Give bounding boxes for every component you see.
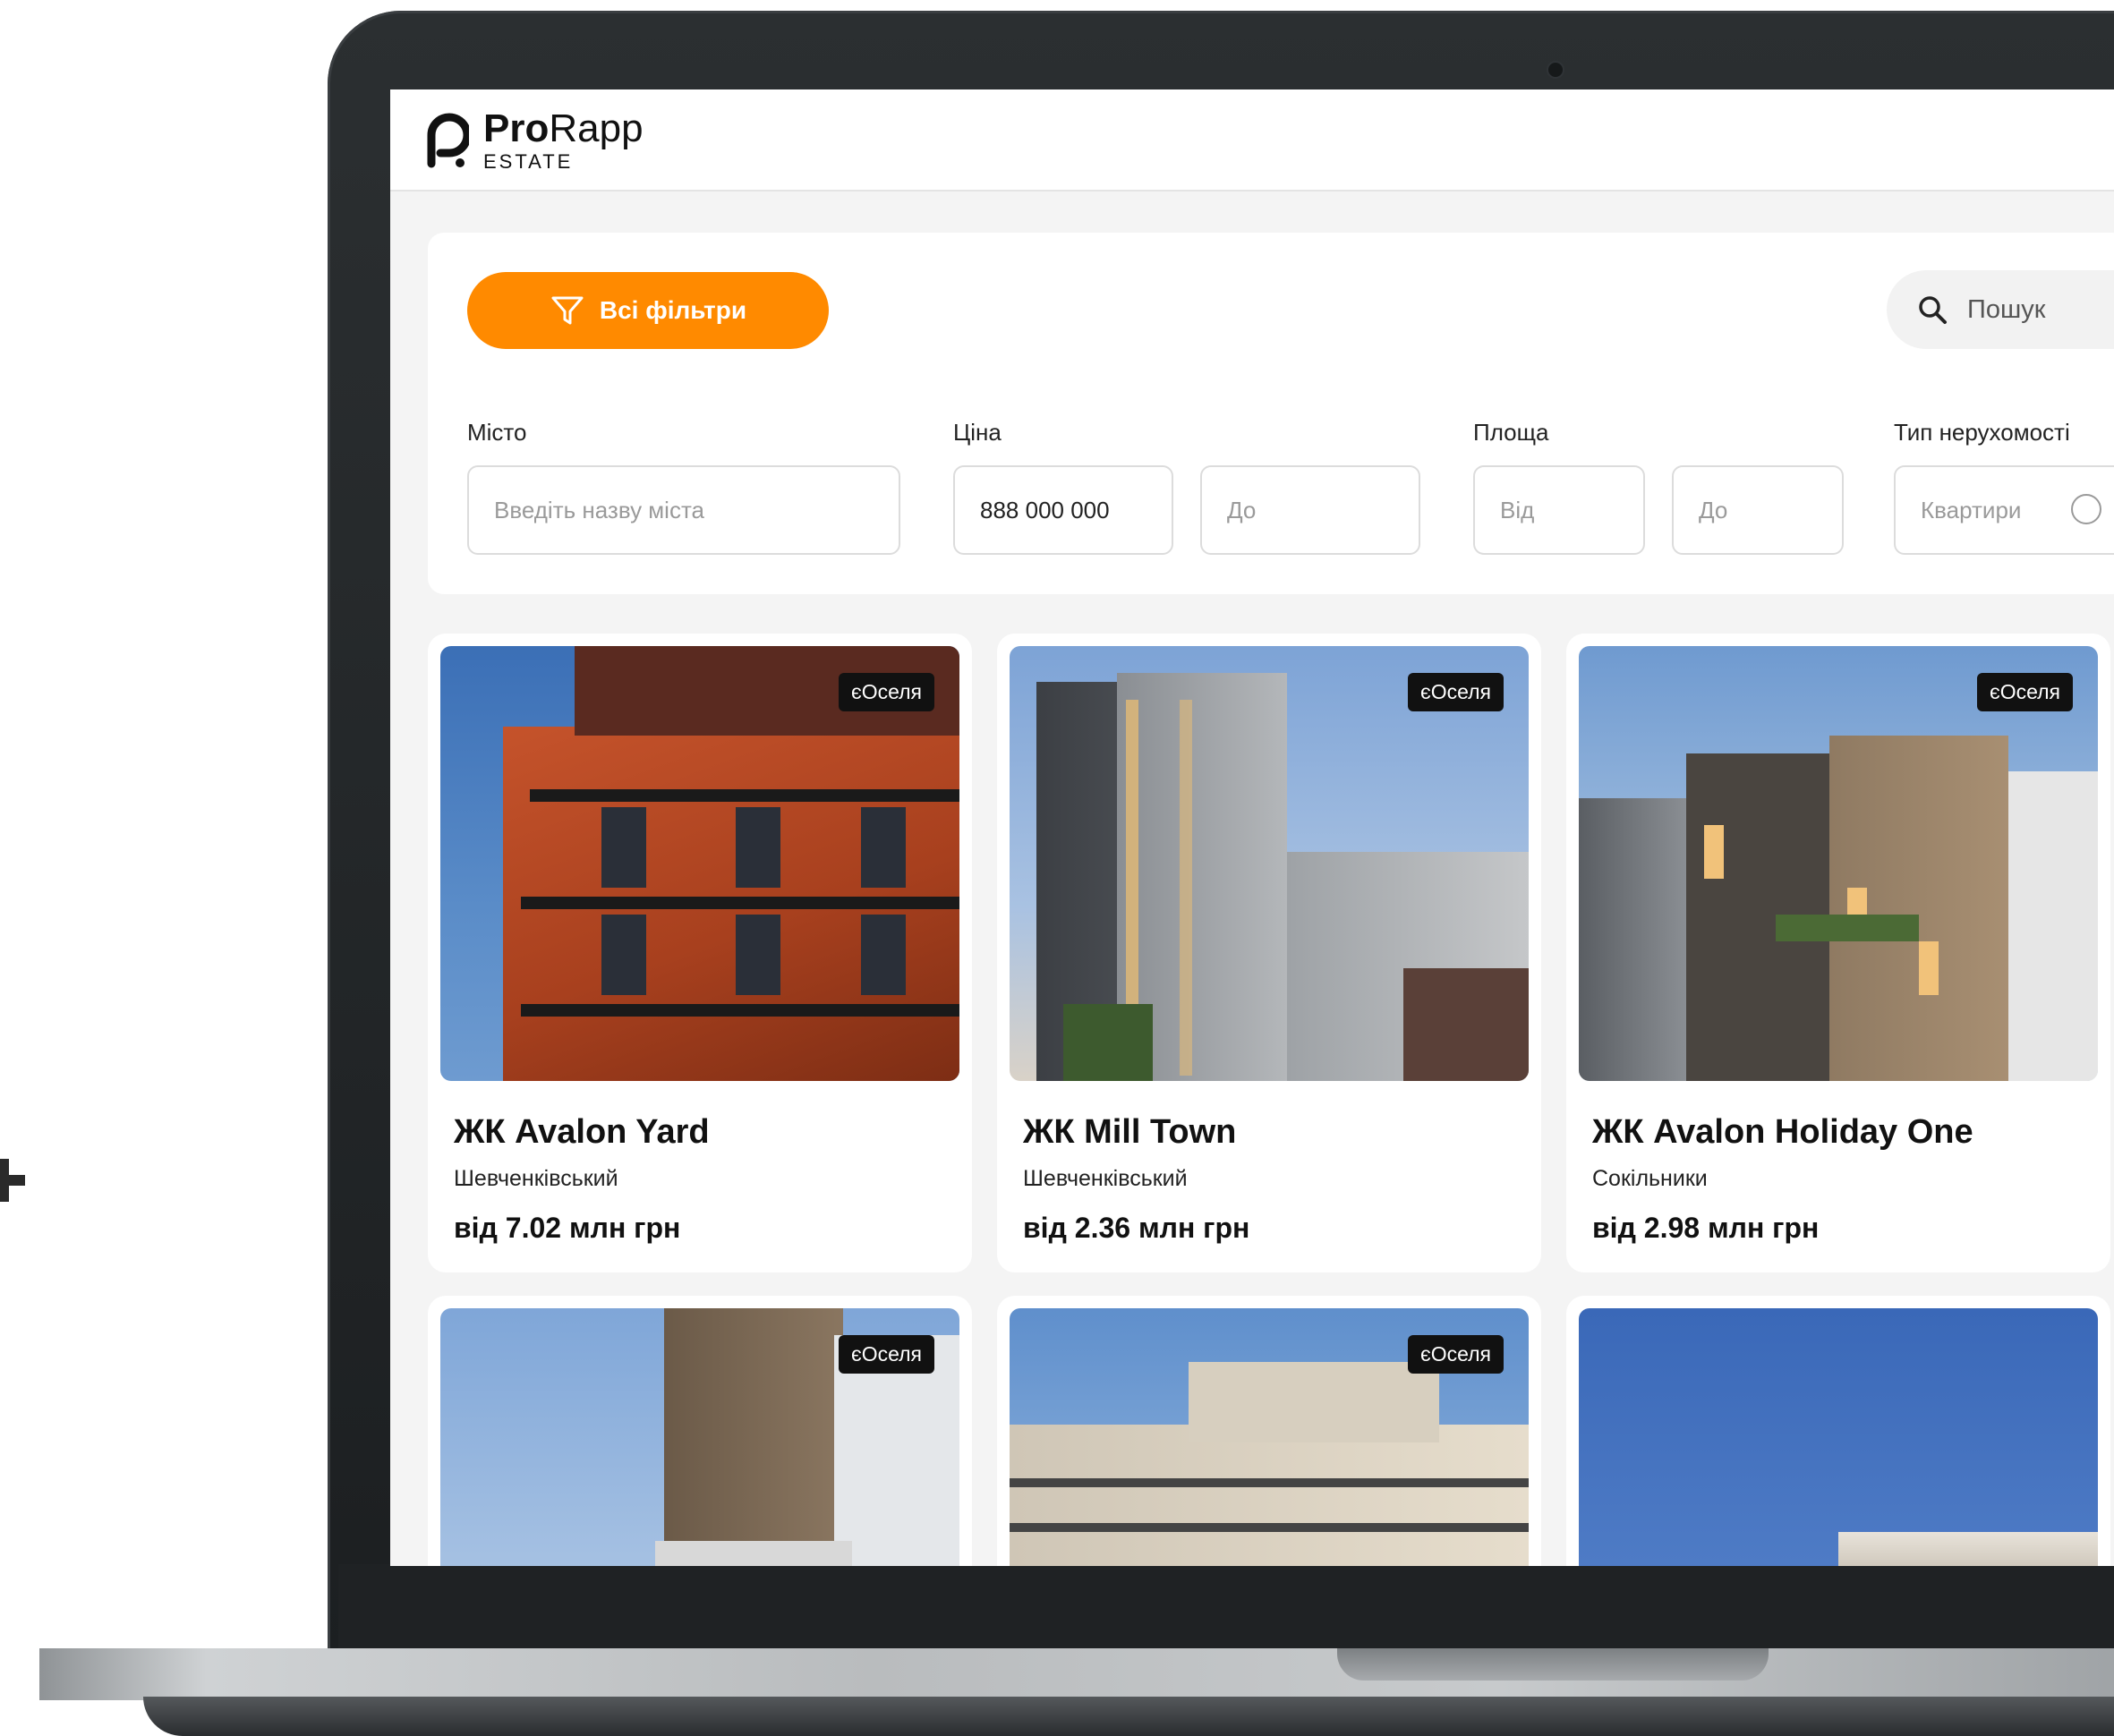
eoselia-badge: єОселя [838, 673, 934, 711]
listing-title: ЖК Avalon Holiday One [1592, 1113, 1973, 1151]
price-to-input[interactable] [1200, 465, 1420, 555]
radio-icon[interactable] [2071, 494, 2101, 524]
listing-card[interactable]: єОселя ЖК Avalon Yard Шевченківський від… [428, 634, 972, 1272]
listing-card[interactable] [1566, 1296, 2110, 1566]
funnel-icon [551, 296, 584, 325]
area-from-input[interactable] [1473, 465, 1645, 555]
listing-title: ЖК Avalon Yard [454, 1113, 710, 1151]
eoselia-badge: єОселя [1976, 673, 2073, 711]
listing-card[interactable]: єОселя [997, 1296, 1541, 1566]
brand-name-bold: Pro [483, 106, 550, 150]
eoselia-badge: єОселя [838, 1335, 934, 1374]
filter-panel: Всі фільтри Місто Ціна Площа Тип нерухом… [428, 233, 2114, 594]
listing-image: єОселя [1010, 646, 1529, 1081]
all-filters-button[interactable]: Всі фільтри [467, 272, 829, 349]
area-label: Площа [1473, 419, 1549, 446]
decorative-plus-mark [0, 1159, 25, 1202]
listing-title: ЖК Mill Town [1023, 1113, 1237, 1151]
listing-card[interactable]: єОселя [428, 1296, 972, 1566]
listing-card[interactable]: єОселя ЖК Mill Town Шевченківський від 2… [997, 634, 1541, 1272]
property-type-placeholder: Квартири [1921, 496, 2022, 523]
eoselia-badge: єОселя [1407, 673, 1504, 711]
brand-name-light: Rapp [549, 106, 644, 150]
app-screen: ProRapp ESTATE Всі фільтри Місто Ціна Пл… [390, 89, 2114, 1566]
listing-district: Шевченківський [1023, 1166, 1188, 1191]
listing-card[interactable]: єОселя ЖК Avalon Holiday One Сокільники … [1566, 634, 2110, 1272]
listing-image: єОселя [440, 1308, 959, 1566]
search-input[interactable] [1965, 294, 2114, 326]
brand-subtitle: ESTATE [483, 150, 574, 173]
listing-price: від 7.02 млн грн [454, 1212, 681, 1244]
listing-image: єОселя [440, 646, 959, 1081]
brand-logo[interactable]: ProRapp ESTATE [426, 109, 644, 172]
all-filters-label: Всі фільтри [599, 296, 747, 324]
city-input[interactable] [467, 465, 900, 555]
search-box[interactable] [1887, 270, 2114, 349]
price-from-input[interactable] [953, 465, 1173, 555]
laptop-base-lip [143, 1697, 2114, 1736]
price-label: Ціна [953, 419, 1002, 446]
laptop-bezel [338, 1564, 2114, 1649]
city-label: Місто [467, 419, 527, 446]
prorapp-logo-icon [426, 112, 469, 169]
listing-district: Шевченківський [454, 1166, 618, 1191]
area-to-input[interactable] [1672, 465, 1844, 555]
search-icon [1919, 296, 1947, 324]
eoselia-badge: єОселя [1407, 1335, 1504, 1374]
laptop-base [39, 1648, 2114, 1700]
listing-district: Сокільники [1592, 1166, 1708, 1191]
camera-icon [1547, 61, 1564, 79]
laptop-notch [1337, 1648, 1769, 1681]
listing-price: від 2.98 млн грн [1592, 1212, 1820, 1244]
listing-image: єОселя [1579, 646, 2098, 1081]
listing-price: від 2.36 млн грн [1023, 1212, 1250, 1244]
property-type-label: Тип нерухомості [1894, 419, 2070, 446]
property-type-select[interactable]: Квартири [1894, 465, 2114, 555]
listing-image: єОселя [1010, 1308, 1529, 1566]
listing-image [1579, 1308, 2098, 1566]
app-header: ProRapp ESTATE [390, 89, 2114, 191]
